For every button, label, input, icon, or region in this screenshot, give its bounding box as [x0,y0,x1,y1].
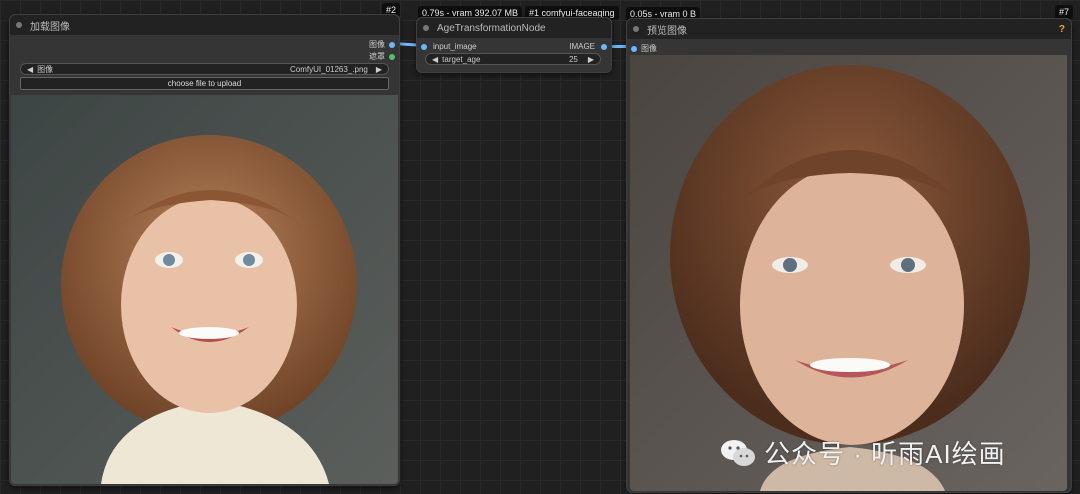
output-mask-row[interactable]: 遮罩 [369,51,395,62]
wechat-icon [720,438,756,468]
preview-input-slot-icon[interactable] [631,45,637,52]
adult-portrait-image [630,55,1067,491]
image-select-left-arrow-icon[interactable]: ◀ [27,65,33,74]
target-age-right-arrow-icon[interactable]: ▶ [588,55,594,64]
age-node-title: AgeTransformationNode [437,22,546,34]
age-transformation-node[interactable]: AgeTransformationNode input_image IMAGE … [416,17,612,73]
load-image-title: 加载图像 [30,21,70,33]
age-output-image-slot-icon[interactable] [601,43,607,50]
preview-input-row[interactable]: 图像 [631,43,657,54]
target-age-left-arrow-icon[interactable]: ◀ [432,55,438,64]
target-age-widget[interactable]: ◀ target_age 25 ▶ [425,53,601,65]
image-select-widget[interactable]: ◀ 图像 ComfyUI_01263_.png ▶ [20,63,389,75]
image-select-right-arrow-icon[interactable]: ▶ [376,65,382,74]
preview-image-node[interactable]: 预览图像 ? 图像 [626,18,1072,493]
preview-node-id-badge: #7 [1055,5,1074,19]
output-mask-label: 遮罩 [369,52,385,61]
load-image-header[interactable]: 加载图像 [10,15,399,35]
target-age-label: target_age [442,54,481,64]
image-select-value: ComfyUI_01263_.png [290,64,368,74]
load-image-node[interactable]: 加载图像 图像 遮罩 ◀ 图像 ComfyUI_01263_.png ▶ cho… [9,14,400,486]
age-node-header[interactable]: AgeTransformationNode [417,18,611,38]
output-image-slot-icon[interactable] [389,41,395,48]
output-mask-slot-icon[interactable] [389,53,395,60]
help-icon[interactable]: ? [1059,24,1065,35]
preview-node-title: 预览图像 [647,25,687,37]
collapse-dot-icon[interactable] [16,22,22,28]
preview-node-header[interactable]: 预览图像 ? [627,19,1071,39]
input-image-label: input_image [433,42,477,51]
upload-button[interactable]: choose file to upload [20,77,389,90]
input-image-row[interactable]: input_image [421,42,477,51]
output-image-row[interactable]: 图像 [369,39,395,50]
child-portrait-image [11,95,398,484]
output-image-label: 图像 [369,40,385,49]
child-photo [11,95,398,484]
watermark-text: 公众号 · 听雨AI绘画 [764,439,1006,469]
image-select-label: 图像 [37,64,54,74]
input-image-slot-icon[interactable] [421,43,427,50]
age-collapse-dot-icon[interactable] [423,25,429,31]
age-output-image-row[interactable]: IMAGE [569,42,607,51]
watermark: 公众号 · 听雨AI绘画 [720,434,1006,471]
preview-collapse-dot-icon[interactable] [633,26,639,32]
adult-photo [630,55,1067,491]
age-output-image-label: IMAGE [569,42,595,51]
preview-input-label: 图像 [641,44,657,53]
target-age-value: 25 [568,54,578,64]
